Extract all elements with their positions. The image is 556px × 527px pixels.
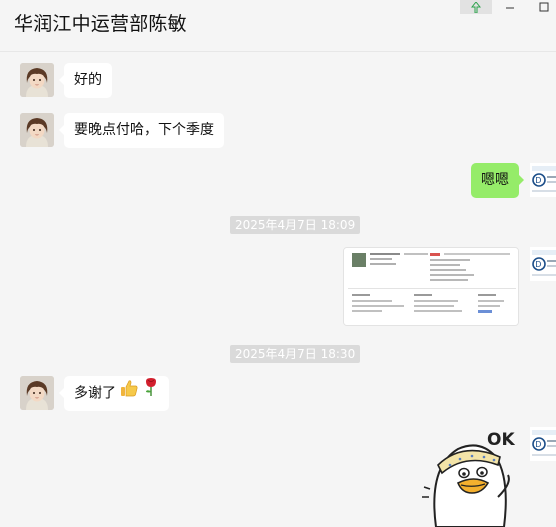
message-text: 嗯嗯 (481, 172, 509, 188)
self-avatar[interactable]: D (530, 163, 556, 197)
image-message[interactable] (343, 247, 519, 326)
svg-text:D: D (535, 260, 541, 269)
svg-text:D: D (535, 440, 541, 449)
contact-avatar[interactable] (20, 63, 54, 97)
message-bubble[interactable]: 多谢了 (59, 376, 169, 411)
thumbs-up-icon (120, 376, 138, 411)
self-avatar[interactable]: D (530, 247, 556, 281)
contact-avatar[interactable] (20, 113, 54, 147)
minimize-icon[interactable] (494, 0, 526, 14)
svg-text:D: D (535, 176, 541, 185)
chat-header: 华润江中运营部陈敏 (0, 0, 556, 52)
document-screenshot-image (344, 248, 518, 325)
message-timestamp: 2025年4月7日 18:09 (230, 216, 361, 234)
rose-icon (143, 376, 159, 411)
chat-title: 华润江中运营部陈敏 (14, 13, 187, 35)
message-bubble-self[interactable]: 嗯嗯 (471, 163, 524, 198)
message-text: 要晚点付哈，下个季度 (74, 122, 214, 138)
message-bubble[interactable]: 好的 (59, 63, 112, 98)
message-text: 好的 (74, 72, 102, 88)
message-bubble[interactable]: 要晚点付哈，下个季度 (59, 113, 224, 148)
maximize-icon[interactable] (528, 0, 556, 14)
pin-icon[interactable] (460, 0, 492, 14)
message-timestamp: 2025年4月7日 18:30 (230, 345, 361, 363)
sticker-text: OK (487, 430, 515, 450)
contact-avatar[interactable] (20, 376, 54, 410)
message-text: 多谢了 (74, 385, 116, 402)
self-avatar[interactable]: D (530, 427, 556, 461)
